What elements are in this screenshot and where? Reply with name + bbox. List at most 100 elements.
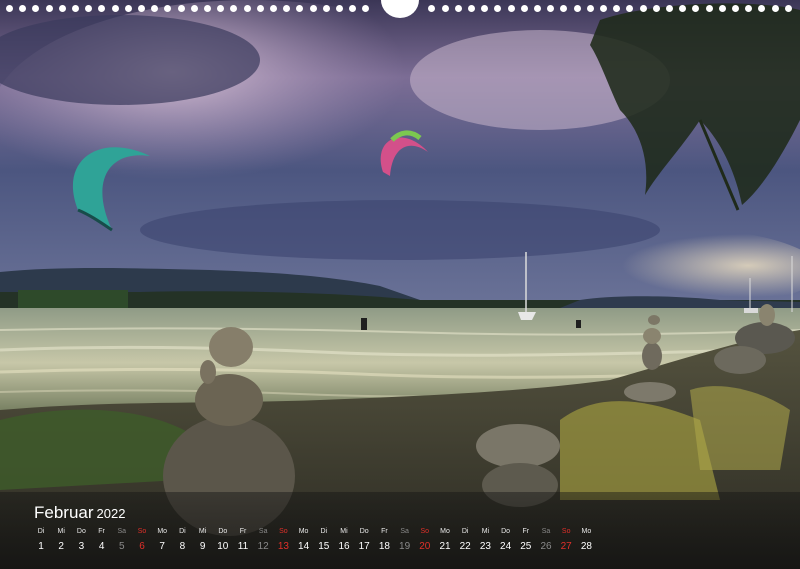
weekday-label: Sa — [117, 528, 127, 535]
binding-hole — [652, 5, 660, 12]
day-number: 13 — [277, 541, 289, 552]
binding-hole — [560, 5, 568, 12]
weekday-label: Fr — [522, 528, 530, 535]
binding-hole — [111, 5, 119, 12]
binding-hole — [336, 5, 343, 12]
weekday-label: Fr — [381, 528, 388, 535]
day-number: 17 — [358, 541, 370, 552]
binding-hole — [745, 5, 753, 12]
lake-kitesurf-photo — [0, 0, 800, 569]
binding-hole — [507, 5, 515, 12]
binding-hole — [190, 5, 198, 12]
binding-hole — [138, 5, 145, 12]
binding-hole — [520, 5, 528, 12]
binding-hole — [666, 5, 673, 12]
weekday-label: Di — [37, 528, 45, 535]
binding-hole — [270, 5, 277, 12]
binding-hole — [732, 5, 739, 12]
day-number: 7 — [159, 541, 165, 552]
weekday-label: So — [561, 528, 571, 535]
binding-hole — [586, 5, 594, 12]
weekday-label: Mo — [157, 528, 168, 535]
day-number: 6 — [139, 541, 145, 552]
binding-hole — [784, 5, 792, 12]
binding-hole — [613, 5, 621, 12]
weekday-label: So — [279, 528, 288, 535]
day-number: 14 — [298, 541, 310, 552]
binding-hole — [32, 5, 40, 12]
binding-hole — [454, 5, 462, 12]
binding-hole — [679, 5, 687, 12]
binding-hole — [481, 5, 489, 12]
weekday-label: Fr — [98, 528, 105, 535]
binding-hole — [164, 5, 172, 12]
weekday-label: Mo — [581, 528, 592, 535]
weekday-label: Mi — [198, 528, 207, 535]
binding-hole — [124, 5, 132, 12]
binding-hole — [771, 5, 779, 12]
day-number: 15 — [318, 541, 330, 552]
binding-hole — [758, 5, 766, 12]
binding-hole — [217, 5, 225, 12]
binding-hole — [45, 5, 53, 12]
binding-hole — [85, 5, 93, 12]
day-number: 23 — [479, 541, 491, 552]
weekday-label: So — [137, 528, 147, 535]
binding-hole — [626, 5, 634, 12]
weekday-label: Fr — [239, 528, 247, 535]
weekday-label: Mi — [481, 528, 490, 535]
weekday-label: Di — [179, 528, 186, 535]
day-number: 16 — [338, 541, 350, 552]
day-number: 4 — [98, 541, 105, 552]
weekday-label: Mi — [340, 528, 348, 535]
binding-hole — [349, 5, 357, 12]
day-number: 18 — [378, 541, 390, 552]
day-number: 11 — [237, 541, 249, 552]
day-number: 2 — [58, 541, 64, 552]
weekday-label: Mo — [440, 528, 450, 535]
day-number: 26 — [540, 541, 552, 552]
weekday-label: Do — [359, 528, 369, 535]
binding-hole — [204, 5, 211, 12]
binding-hole — [639, 5, 647, 12]
binding-hole — [6, 5, 13, 12]
weekday-label: Do — [501, 528, 511, 535]
weekday-label: So — [420, 528, 430, 535]
day-number: 28 — [580, 541, 592, 552]
binding-hole — [468, 5, 475, 12]
binding-hole — [296, 5, 304, 12]
month-name: Februar — [34, 503, 94, 522]
binding-hole — [705, 5, 713, 12]
day-number: 9 — [199, 541, 206, 552]
weekday-label: Do — [76, 528, 86, 535]
binding-hole — [72, 5, 79, 12]
day-number: 24 — [500, 541, 512, 552]
weekday-label: Do — [218, 528, 228, 535]
binding-hole — [283, 5, 291, 12]
day-number: 25 — [520, 541, 532, 552]
binding-hole — [322, 5, 330, 12]
binding-hole — [243, 5, 251, 12]
day-number: 20 — [419, 541, 431, 552]
day-number: 19 — [399, 541, 411, 552]
day-number: 1 — [38, 541, 44, 552]
weekday-label: Di — [461, 528, 469, 535]
binding-hole — [309, 5, 317, 12]
weekday-label: Sa — [258, 528, 268, 535]
weekday-label: Sa — [541, 528, 551, 535]
day-number: 8 — [179, 541, 186, 552]
weekday-label: Di — [320, 528, 328, 535]
binding-hole — [600, 5, 607, 12]
binding-hole — [441, 5, 449, 12]
binding-hole — [19, 5, 27, 12]
day-number: 10 — [217, 541, 229, 552]
binding-hole — [230, 5, 238, 12]
weekday-label: Sa — [400, 528, 409, 535]
binding-hole — [58, 5, 66, 12]
month-year: 2022 — [96, 506, 126, 521]
binding-hole — [534, 5, 541, 12]
day-number: 3 — [78, 541, 85, 552]
day-number: 12 — [257, 541, 269, 552]
weekday-label: Mo — [298, 528, 309, 535]
weekday-label: Mi — [57, 528, 65, 535]
